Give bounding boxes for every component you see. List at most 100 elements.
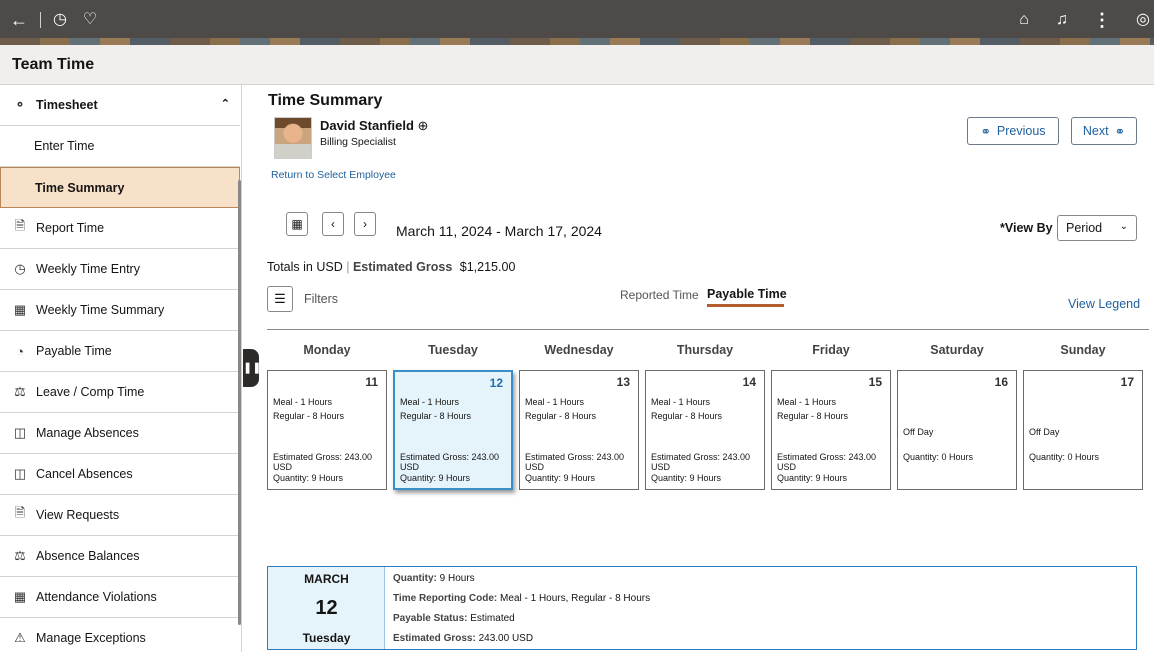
view-by-select[interactable]: Period ⌄ xyxy=(1057,215,1137,241)
day-gross-currency: USD xyxy=(400,462,420,472)
day-gross: Estimated Gross: 243.00 xyxy=(651,452,751,462)
cancel-absences-icon: ◫ xyxy=(13,466,27,481)
banner-decoration xyxy=(0,38,1154,45)
collapse-sidebar-handle[interactable]: ❚❚ xyxy=(243,349,261,387)
filters-button[interactable]: ☰ xyxy=(267,286,293,312)
person-icon: ⚭ xyxy=(980,124,991,139)
divider xyxy=(267,329,1149,330)
attendance-violations-icon: ▦ xyxy=(13,589,27,604)
sidebar-item-manage-absences[interactable]: ◫ Manage Absences xyxy=(0,413,240,454)
day-number: 12 xyxy=(489,376,503,390)
back-arrow-icon[interactable]: ← xyxy=(8,9,30,31)
day-header-wednesday: Wednesday xyxy=(544,343,614,357)
day-line: Regular - 8 Hours xyxy=(651,411,723,421)
tab-reported-time[interactable]: Reported Time xyxy=(620,288,699,302)
sidebar-item-leave-comp-time[interactable]: ⚖ Leave / Comp Time xyxy=(0,372,240,413)
return-to-select-employee-link[interactable]: Return to Select Employee xyxy=(271,169,396,181)
tab-payable-time[interactable]: Payable Time xyxy=(707,287,787,301)
day-line: Meal - 1 Hours xyxy=(400,397,460,407)
sidebar-item-enter-time[interactable]: Enter Time xyxy=(0,126,240,167)
detail-quantity-label: Quantity: xyxy=(393,573,437,584)
section-title: Time Summary xyxy=(268,92,383,109)
sidebar-item-cancel-absences[interactable]: ◫ Cancel Absences xyxy=(0,454,240,495)
sidebar-item-report-time[interactable]: 🗎 Report Time xyxy=(0,208,240,249)
detail-gross-value: 243.00 USD xyxy=(478,633,534,644)
page-title-bar: Team Time xyxy=(0,45,1154,85)
day-line: Meal - 1 Hours xyxy=(525,397,585,407)
calendar-icon[interactable]: ▦ xyxy=(286,212,308,236)
day-cell-17[interactable]: 17 Off Day Quantity: 0 Hours xyxy=(1023,370,1143,490)
previous-period-button[interactable]: ‹ xyxy=(322,212,344,236)
warning-icon: ⚠ xyxy=(14,630,26,645)
sidebar-item-label: Report Time xyxy=(36,221,105,235)
day-gross: Estimated Gross: 243.00 xyxy=(525,452,625,462)
day-header-friday: Friday xyxy=(812,343,850,357)
sidebar-item-view-requests[interactable]: 🗎 View Requests xyxy=(0,495,240,536)
sidebar-section-timesheet[interactable]: ⚬ Timesheet ⌃ xyxy=(0,85,240,126)
sidebar-item-payable-time[interactable]: ◔ Payable Time xyxy=(0,331,240,372)
sidebar-item-absence-balances[interactable]: ⚖ Absence Balances xyxy=(0,536,240,577)
day-quantity: Quantity: 9 Hours xyxy=(777,473,848,483)
sidebar-item-time-summary[interactable]: Time Summary xyxy=(0,167,240,208)
next-button[interactable]: Next ⚭ xyxy=(1071,117,1137,145)
sidebar-scrollbar[interactable] xyxy=(238,180,241,625)
sidebar-item-label: Leave / Comp Time xyxy=(36,385,145,399)
view-by-label: *View By xyxy=(1000,221,1053,235)
detail-month: MARCH xyxy=(304,572,349,586)
day-number: 15 xyxy=(868,375,882,389)
day-gross-currency: USD xyxy=(525,462,545,472)
day-header-monday: Monday xyxy=(303,343,351,357)
day-number: 17 xyxy=(1120,375,1134,389)
day-line: Regular - 8 Hours xyxy=(273,411,345,421)
day-number: 11 xyxy=(365,375,378,389)
detail-day-number: 12 xyxy=(315,597,338,619)
day-cell-11[interactable]: 11 Meal - 1 Hours Regular - 8 Hours Esti… xyxy=(267,370,387,490)
day-cell-15[interactable]: 15 Meal - 1 Hours Regular - 8 Hours Esti… xyxy=(771,370,891,490)
day-line: Regular - 8 Hours xyxy=(525,411,597,421)
compass-icon[interactable]: ◎ xyxy=(1132,9,1154,31)
home-icon[interactable]: ⌂ xyxy=(1013,9,1035,31)
day-detail-panel: MARCH 12 Tuesday Quantity: 9 Hours Time … xyxy=(267,566,1137,650)
day-cell-12[interactable]: 12 Meal - 1 Hours Regular - 8 Hours Esti… xyxy=(393,370,513,490)
day-cell-14[interactable]: 14 Meal - 1 Hours Regular - 8 Hours Esti… xyxy=(645,370,765,490)
next-period-button[interactable]: › xyxy=(354,212,376,236)
sidebar-item-label: View Requests xyxy=(36,508,120,522)
date-range: March 11, 2024 - March 17, 2024 xyxy=(396,223,602,239)
day-cell-13[interactable]: 13 Meal - 1 Hours Regular - 8 Hours Esti… xyxy=(519,370,639,490)
chevron-up-icon[interactable]: ⌃ xyxy=(221,97,230,110)
day-quantity: Quantity: 9 Hours xyxy=(651,473,722,483)
employee-role: Billing Specialist xyxy=(320,136,396,148)
previous-button[interactable]: ⚭ Previous xyxy=(967,117,1059,145)
employee-name[interactable]: David Stanfield ⊕ xyxy=(320,118,428,134)
sidebar-item-manage-exceptions[interactable]: ⚠ Manage Exceptions xyxy=(0,618,240,652)
notification-bell-icon[interactable]: ♫ xyxy=(1051,9,1073,31)
chevron-down-circle-icon[interactable]: ⊕ xyxy=(418,118,429,133)
employee-name-text: David Stanfield xyxy=(320,118,414,133)
totals-line: Totals in USD | Estimated Gross $1,215.0… xyxy=(267,260,516,274)
day-header-sunday: Sunday xyxy=(1060,343,1106,357)
sidebar-item-label: Payable Time xyxy=(36,344,112,358)
filters-label[interactable]: Filters xyxy=(304,292,338,306)
sidebar-item-label: Manage Exceptions xyxy=(36,631,146,645)
more-icon[interactable]: ⋮ xyxy=(1091,9,1113,31)
totals-label: Estimated Gross xyxy=(352,260,453,274)
heart-icon[interactable]: ♡ xyxy=(79,9,101,31)
day-number: 13 xyxy=(616,375,630,389)
detail-status: Payable Status: Estimated xyxy=(393,613,515,624)
view-legend-link[interactable]: View Legend xyxy=(1068,297,1140,311)
sidebar-item-attendance-violations[interactable]: ▦ Attendance Violations xyxy=(0,577,240,618)
sidebar-item-weekly-time-entry[interactable]: ◷ Weekly Time Entry xyxy=(0,249,240,290)
detail-trc-value: Meal - 1 Hours, Regular - 8 Hours xyxy=(500,593,651,604)
employee-icon: ⚬ xyxy=(14,97,26,112)
day-cell-16[interactable]: 16 Off Day Quantity: 0 Hours xyxy=(897,370,1017,490)
detail-trc: Time Reporting Code: Meal - 1 Hours, Reg… xyxy=(393,593,650,604)
day-quantity: Quantity: 0 Hours xyxy=(903,452,974,462)
sidebar-item-weekly-time-summary[interactable]: ▦ Weekly Time Summary xyxy=(0,290,240,331)
day-line: Meal - 1 Hours xyxy=(651,397,711,407)
detail-date-box: MARCH 12 Tuesday xyxy=(268,567,385,649)
history-icon[interactable]: ◷ xyxy=(49,9,71,31)
detail-weekday: Tuesday xyxy=(302,631,351,645)
absence-balances-icon: ⚖ xyxy=(14,548,26,563)
totals-value: $1,215.00 xyxy=(459,260,516,274)
day-off-label: Off Day xyxy=(1029,427,1060,437)
